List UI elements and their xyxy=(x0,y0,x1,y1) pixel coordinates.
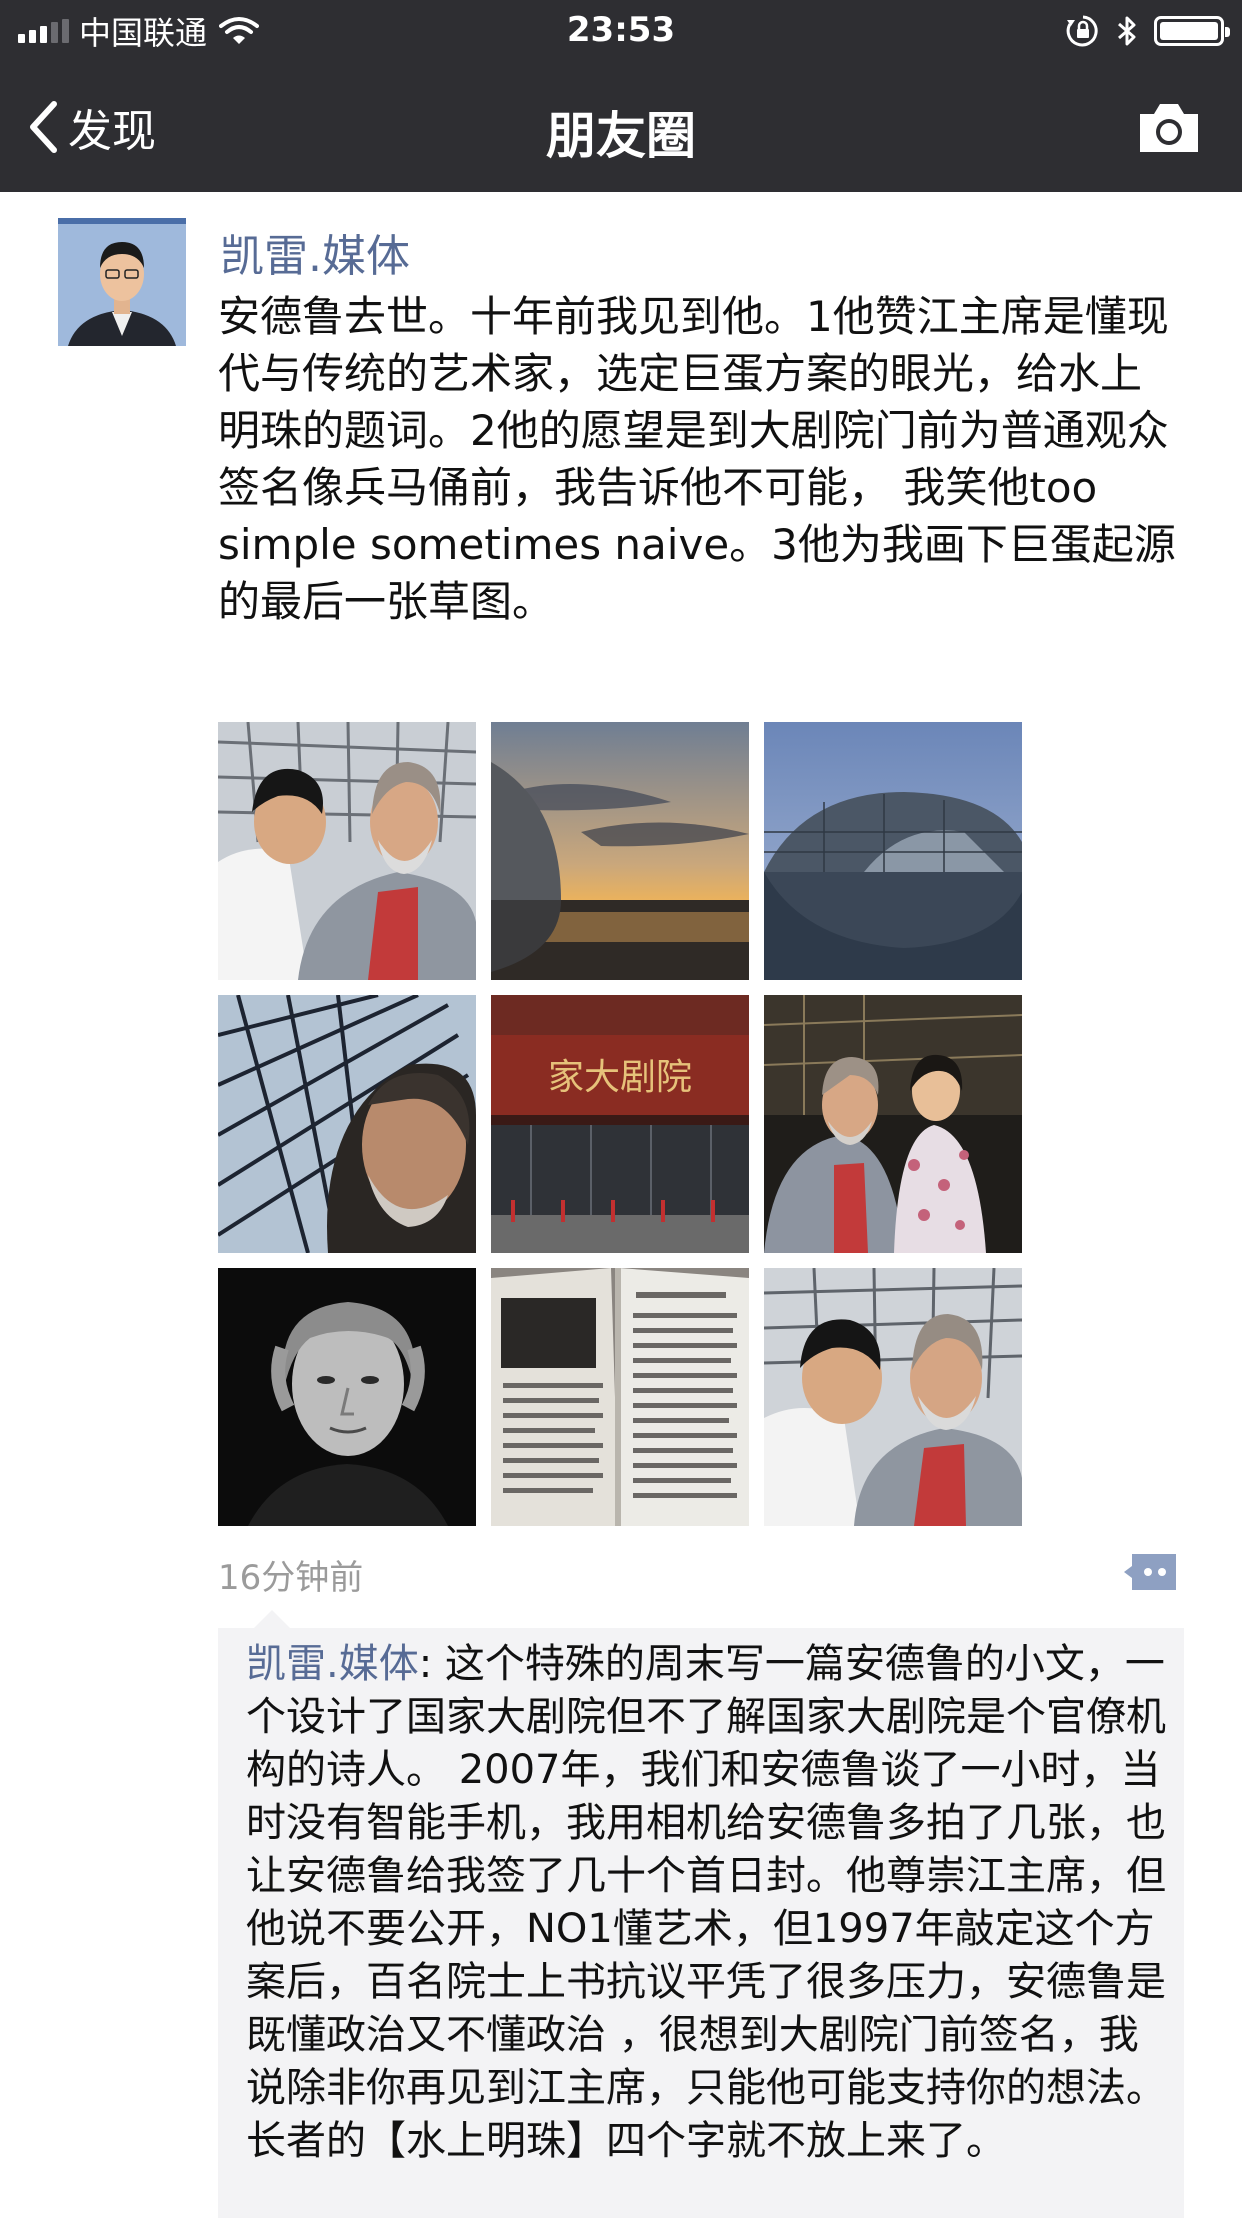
photo-1[interactable] xyxy=(218,722,476,980)
photo-7[interactable] xyxy=(218,1268,476,1526)
comment-item: 凯雷.媒体: 这个特殊的周末写一篇安德鲁的小文，一个设计了国家大剧院但不了解国家… xyxy=(246,1638,1166,2168)
photo-6-image xyxy=(764,995,1022,1253)
avatar-photo xyxy=(58,218,186,346)
photo-9[interactable] xyxy=(764,1268,1022,1526)
comments-panel: 凯雷.媒体: 这个特殊的周末写一篇安德鲁的小文，一个设计了国家大剧院但不了解国家… xyxy=(218,1610,1184,2218)
comment-text: 这个特殊的周末写一篇安德鲁的小文，一个设计了国家大剧院但不了解国家大剧院是个官僚… xyxy=(246,1641,1166,2164)
rotation-lock-icon xyxy=(1066,15,1098,47)
nav-bar: 发现 朋友圈 xyxy=(0,62,1242,192)
post-text: 安德鲁去世。十年前我见到他。1他赞江主席是懂现代与传统的艺术家，选定巨蛋方案的眼… xyxy=(218,292,1176,626)
photo-1-image xyxy=(218,722,476,980)
battery-icon xyxy=(1154,16,1230,46)
photo-5-image: 家大剧院 xyxy=(491,995,749,1253)
photo-6[interactable] xyxy=(764,995,1022,1253)
status-bar: 中国联通 23:53 xyxy=(0,0,1242,62)
photo-5-sign-text: 家大剧院 xyxy=(548,1057,692,1098)
status-right xyxy=(1066,10,1230,52)
photo-3[interactable] xyxy=(764,722,1022,980)
photo-4[interactable] xyxy=(218,995,476,1253)
page-title: 朋友圈 xyxy=(546,107,696,165)
camera-icon[interactable] xyxy=(1136,100,1202,156)
photo-5[interactable]: 家大剧院 xyxy=(491,995,749,1253)
comment-separator: : xyxy=(418,1641,445,1687)
photo-7-image xyxy=(218,1268,476,1526)
photo-2[interactable] xyxy=(491,722,749,980)
photo-3-image xyxy=(764,722,1022,980)
clock: 23:53 xyxy=(566,10,676,50)
comment-action-icon[interactable] xyxy=(1122,1552,1178,1592)
bluetooth-icon xyxy=(1118,16,1136,46)
photo-grid: 家大剧院 xyxy=(218,722,1022,1526)
post-author[interactable]: 凯雷.媒体 xyxy=(220,220,410,284)
photo-2-image xyxy=(491,722,749,980)
avatar[interactable] xyxy=(58,218,186,346)
post-timestamp: 16分钟前 xyxy=(218,1558,364,1598)
photo-9-image xyxy=(764,1268,1022,1526)
photo-8-image xyxy=(491,1268,749,1526)
photo-8[interactable] xyxy=(491,1268,749,1526)
comment-author[interactable]: 凯雷.媒体 xyxy=(246,1641,419,1687)
photo-4-image xyxy=(218,995,476,1253)
